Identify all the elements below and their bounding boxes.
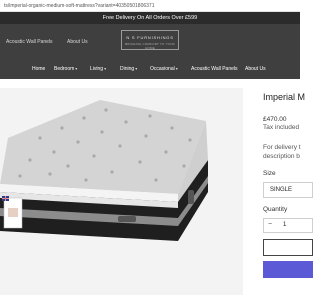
header-link-acoustic-wall-panels[interactable]: Acoustic Wall Panels: [6, 39, 53, 45]
quantity-value[interactable]: 1: [283, 222, 286, 228]
announcement-bar: Free Delivery On All Orders Over £599: [0, 12, 300, 24]
site-logo[interactable]: N S FURNISHINGS BRINGING COMFORT TO YOUR…: [121, 30, 179, 50]
nav-home[interactable]: Home: [32, 66, 45, 72]
nav-occasional[interactable]: Occasional▾: [150, 66, 178, 72]
quantity-decrease-button[interactable]: −: [268, 221, 272, 228]
main-nav: Home Bedroom▾ Living▾ Dining▾ Occasional…: [0, 66, 300, 76]
header-link-about-us[interactable]: About Us: [67, 39, 88, 45]
nav-home-label: Home: [32, 66, 46, 72]
nav-acoustic-label: Acoustic Wall Panels: [191, 66, 238, 72]
nav-occasional-label: Occasional: [150, 66, 175, 72]
buy-now-button[interactable]: [263, 261, 313, 278]
tax-note: Tax included: [263, 124, 300, 131]
delivery-note-line-2: description b: [263, 153, 300, 160]
delivery-note-line-1: For delivery t: [263, 144, 301, 151]
quantity-stepper[interactable]: − 1: [263, 218, 313, 233]
nav-acoustic-wall-panels[interactable]: Acoustic Wall Panels: [191, 66, 238, 72]
logo-tagline: BRINGING COMFORT TO YOUR HOME: [125, 42, 175, 50]
address-bar[interactable]: ts/imperial-organic-medium-soft-mattress…: [0, 0, 300, 12]
mattress-image: [0, 100, 208, 241]
quantity-label: Quantity: [263, 206, 288, 213]
nav-living-label: Living: [90, 66, 104, 72]
product-title: Imperial M: [263, 92, 306, 102]
nav-bedroom-label: Bedroom: [54, 66, 75, 72]
size-select[interactable]: SINGLE: [263, 182, 313, 198]
chevron-down-icon: ▾: [104, 66, 107, 71]
nav-about-label: About Us: [245, 66, 266, 72]
chevron-down-icon: ▾: [135, 66, 138, 71]
add-to-cart-button[interactable]: [263, 239, 313, 256]
nav-bedroom[interactable]: Bedroom▾: [54, 66, 77, 72]
logo-name: N S FURNISHINGS: [126, 35, 174, 40]
size-label: Size: [263, 170, 276, 177]
product-price: £470.00: [263, 116, 287, 123]
chevron-down-icon: ▾: [175, 66, 178, 71]
nav-dining[interactable]: Dining▾: [120, 66, 137, 72]
nav-about-us[interactable]: About Us: [245, 66, 266, 72]
product-image-gallery[interactable]: [0, 88, 243, 295]
nav-dining-label: Dining: [120, 66, 135, 72]
chevron-down-icon: ▾: [75, 66, 78, 71]
nav-living[interactable]: Living▾: [90, 66, 106, 72]
